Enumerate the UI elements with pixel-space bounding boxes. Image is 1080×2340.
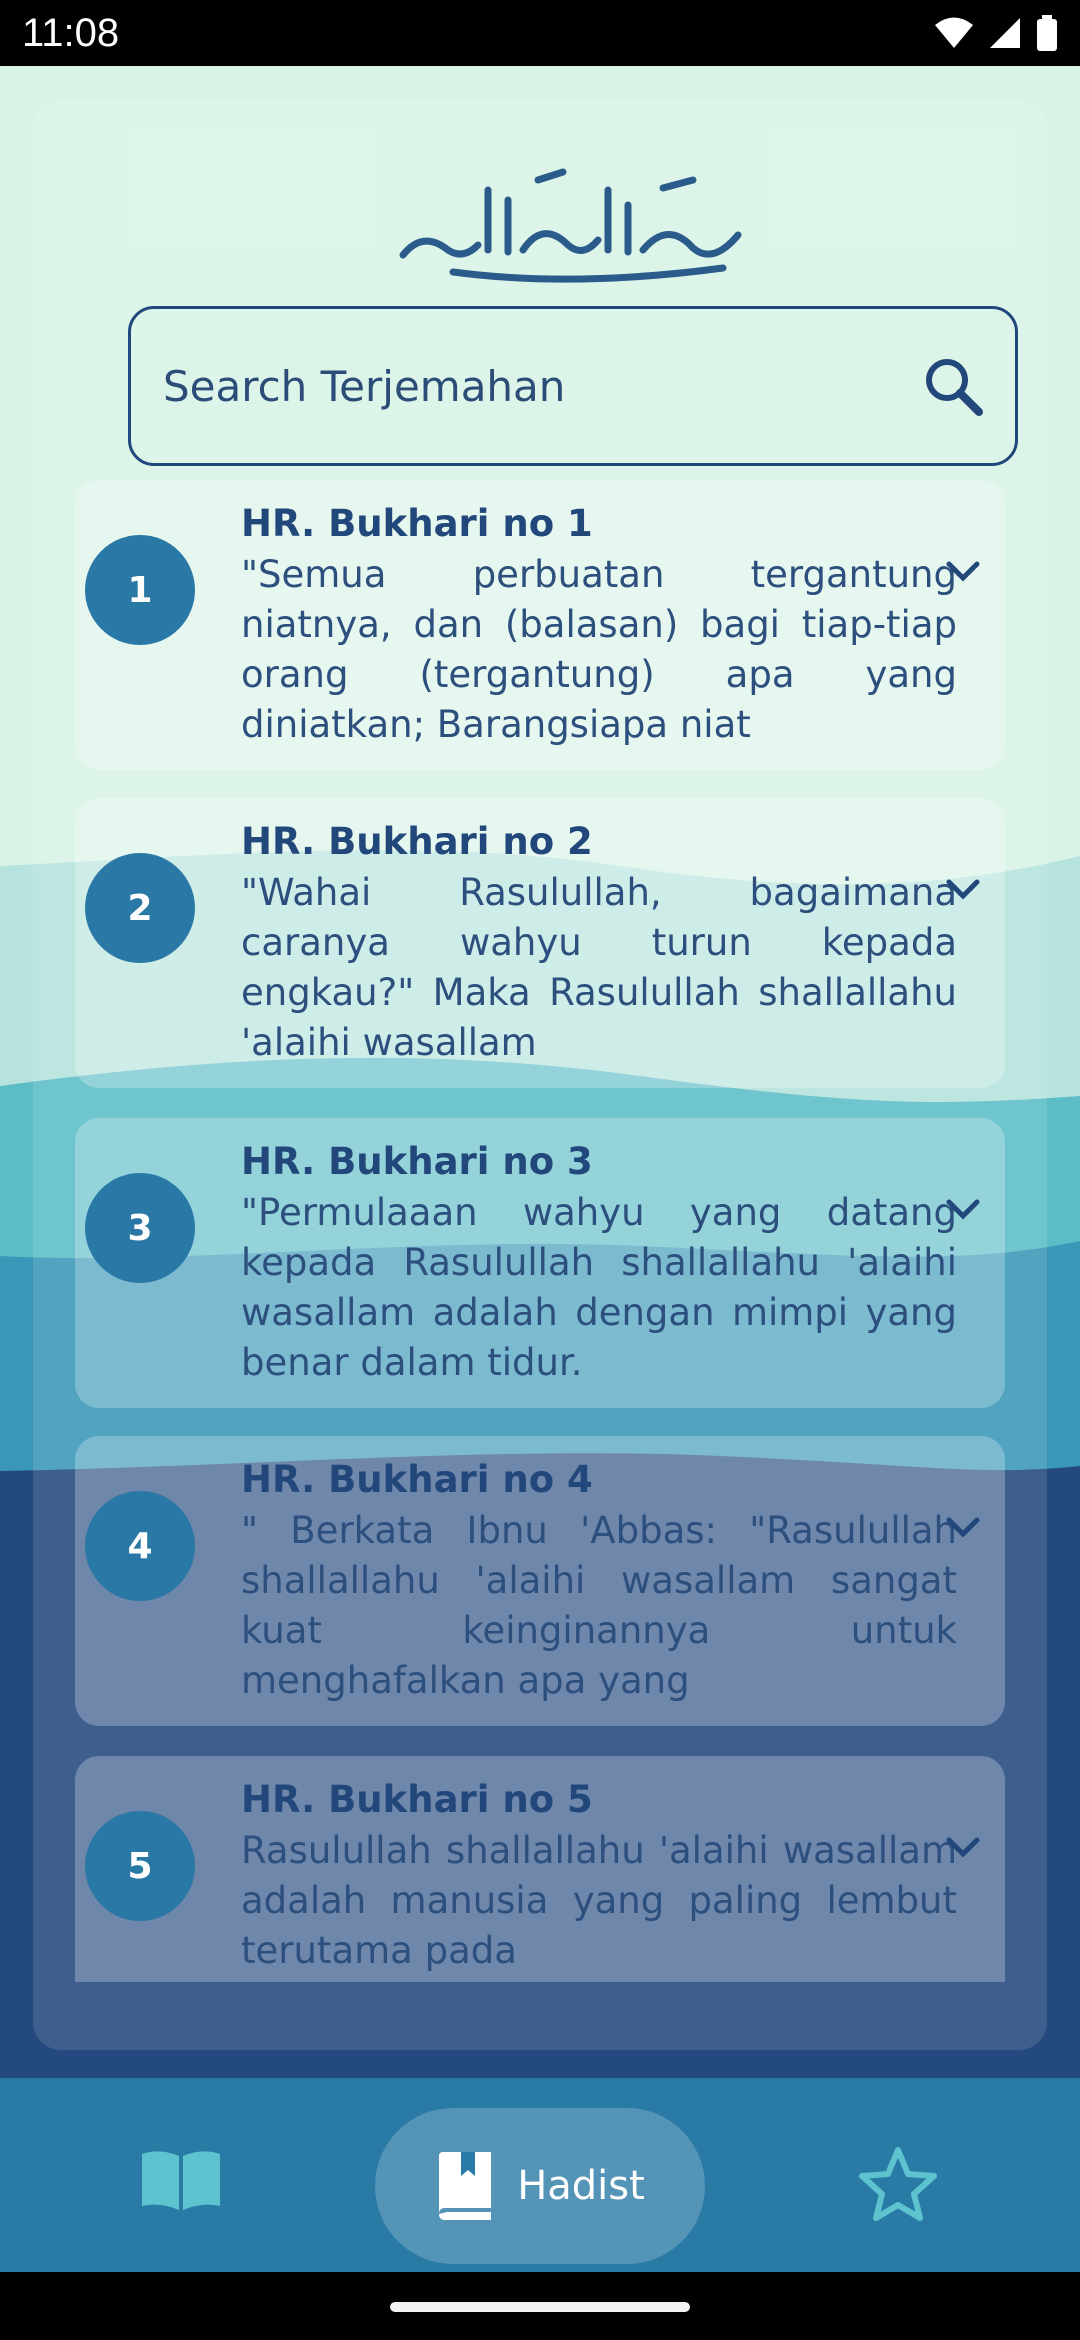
hadith-title: HR. Bukhari no 5 [241, 1778, 593, 1821]
hadith-number-badge: 4 [85, 1491, 195, 1601]
status-icons [934, 15, 1058, 51]
hadith-title: HR. Bukhari no 4 [241, 1458, 593, 1501]
search-icon[interactable] [921, 354, 985, 418]
hadith-card[interactable]: 5 HR. Bukhari no 5 Rasulullah shallallah… [75, 1756, 1005, 1982]
app-screen: 1 HR. Bukhari no 1 "Semua perbuatan terg… [0, 66, 1080, 2272]
hadith-preview: " Berkata Ibnu 'Abbas: "Rasulullah shall… [241, 1509, 957, 1702]
bottom-navigation: Hadist [0, 2078, 1080, 2272]
hadith-card[interactable]: 1 HR. Bukhari no 1 "Semua perbuatan terg… [75, 480, 1005, 770]
bismillah-calligraphy [399, 168, 742, 283]
gesture-bar [0, 2272, 1080, 2340]
hadith-number-badge: 3 [85, 1173, 195, 1283]
home-indicator[interactable] [390, 2302, 690, 2312]
hadith-preview: Rasulullah shallallahu 'alaihi wasallam … [241, 1829, 957, 1972]
hadith-title: HR. Bukhari no 1 [241, 502, 593, 545]
chevron-down-icon[interactable] [941, 1506, 985, 1550]
nav-item-hadist[interactable]: Hadist [375, 2108, 705, 2264]
chevron-down-icon[interactable] [941, 1826, 985, 1870]
hadith-card[interactable]: 3 HR. Bukhari no 3 "Permulaaan wahyu yan… [75, 1118, 1005, 1408]
hadith-title: HR. Bukhari no 3 [241, 1140, 593, 1183]
book-bookmark-icon [439, 2152, 492, 2220]
hadith-list: 1 HR. Bukhari no 1 "Semua perbuatan terg… [75, 480, 1005, 1982]
status-time: 11:08 [22, 10, 120, 55]
search-box[interactable] [128, 306, 1018, 466]
status-bar: 11:08 [0, 0, 1080, 66]
hadith-preview: "Semua perbuatan tergantung niatnya, dan… [241, 553, 957, 746]
signal-icon [990, 18, 1020, 48]
hadith-number-badge: 1 [85, 535, 195, 645]
hadith-preview: "Wahai Rasulullah, bagaimana caranya wah… [241, 871, 957, 1064]
hadith-card[interactable]: 4 HR. Bukhari no 4 " Berkata Ibnu 'Abbas… [75, 1436, 1005, 1726]
hadith-card[interactable]: 2 HR. Bukhari no 2 "Wahai Rasulullah, ba… [75, 798, 1005, 1088]
hadith-title: HR. Bukhari no 2 [241, 820, 593, 863]
search-input[interactable] [161, 360, 921, 412]
book-open-icon[interactable] [140, 2148, 222, 2212]
wifi-icon [935, 17, 973, 48]
chevron-down-icon[interactable] [941, 1188, 985, 1232]
hadith-number-badge: 5 [85, 1811, 195, 1921]
chevron-down-icon[interactable] [941, 868, 985, 912]
chevron-down-icon[interactable] [941, 550, 985, 594]
battery-icon [1037, 15, 1057, 51]
nav-label-hadist: Hadist [517, 2163, 645, 2209]
hadith-preview: "Permulaaan wahyu yang datang kepada Ras… [241, 1191, 957, 1384]
hadith-number-badge: 2 [85, 853, 195, 963]
star-outline-icon[interactable] [858, 2146, 938, 2222]
